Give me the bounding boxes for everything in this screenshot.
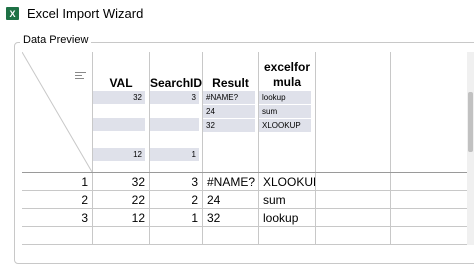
cell-excelformula[interactable]: lookup: [259, 209, 315, 227]
val-stat-3: [93, 118, 145, 131]
formula-stat-2: sum: [259, 105, 311, 118]
cell-val[interactable]: 32: [93, 173, 149, 191]
cell-searchid[interactable]: 2: [150, 191, 202, 209]
searchid-stat-3: [150, 118, 199, 131]
column-header-searchid[interactable]: SearchID: [150, 76, 202, 90]
cell-result[interactable]: 24: [203, 191, 258, 209]
row-number[interactable]: 2: [22, 191, 92, 209]
result-stat-1: #NAME?: [203, 91, 255, 104]
data-preview-grid: VAL SearchID Result excelfor mula 32 12 3…: [22, 52, 474, 245]
searchid-stat-4: 1: [150, 148, 199, 161]
searchid-stat-1: 3: [150, 91, 199, 104]
cell-searchid[interactable]: 1: [150, 209, 202, 227]
column-header-val[interactable]: VAL: [93, 76, 149, 90]
column-header-result[interactable]: Result: [203, 76, 258, 90]
title-bar: X Excel Import Wizard: [0, 0, 474, 28]
scrollbar-thumb[interactable]: [468, 92, 473, 152]
val-stat-4: 12: [93, 148, 145, 161]
excel-icon: X: [6, 7, 19, 20]
cell-val[interactable]: 22: [93, 191, 149, 209]
cell-val[interactable]: 12: [93, 209, 149, 227]
val-stat-1: 32: [93, 91, 145, 104]
cell-searchid[interactable]: 3: [150, 173, 202, 191]
column-header-excelformula[interactable]: excelfor mula: [259, 60, 315, 90]
formula-stat-3: XLOOKUP: [259, 119, 311, 132]
cell-excelformula[interactable]: sum: [259, 191, 315, 209]
row-state-icon[interactable]: [75, 72, 86, 81]
vertical-scrollbar[interactable]: [467, 52, 474, 245]
formula-stat-1: lookup: [259, 91, 311, 104]
result-stat-3: 32: [203, 119, 255, 132]
data-preview-label: Data Preview: [20, 34, 92, 46]
row-number[interactable]: 3: [22, 209, 92, 227]
cell-excelformula[interactable]: XLOOKUP: [259, 173, 315, 191]
window-title: Excel Import Wizard: [27, 6, 144, 21]
row-number[interactable]: 1: [22, 173, 92, 191]
cell-result[interactable]: #NAME?: [203, 173, 258, 191]
cell-result[interactable]: 32: [203, 209, 258, 227]
result-stat-2: 24: [203, 105, 255, 118]
corner-diagonal: [22, 52, 92, 172]
